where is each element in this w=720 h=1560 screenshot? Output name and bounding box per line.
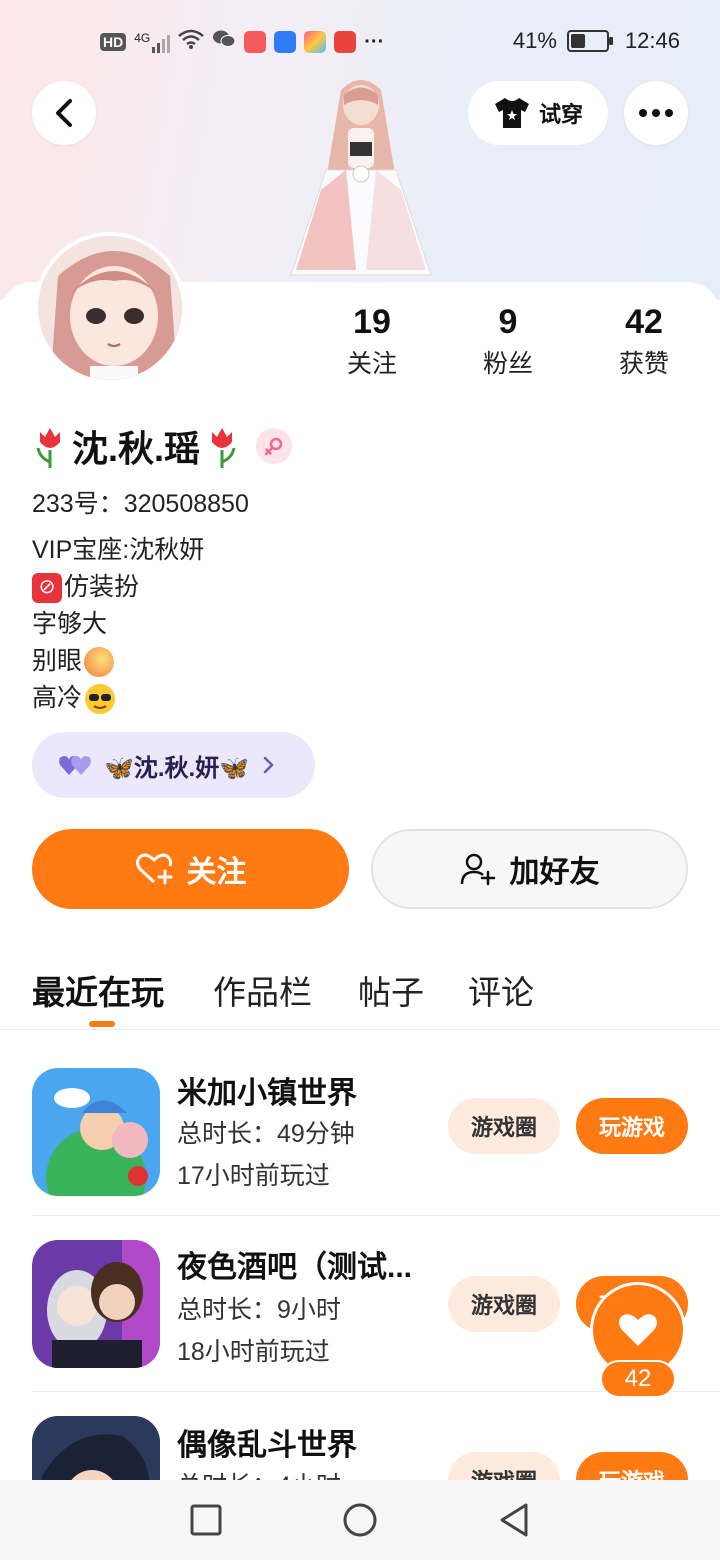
back-nav-button[interactable] (494, 1500, 534, 1540)
bio-line: 高冷 (32, 680, 204, 717)
colorful-app-icon (304, 31, 327, 53)
game-last-played: 18小时前玩过 (177, 1338, 330, 1366)
triangle-back-icon (500, 1503, 528, 1537)
sunglasses-emoji-icon (85, 683, 116, 714)
status-icons-left: HD 4G ··· (100, 28, 384, 56)
app-notification-icon (244, 31, 267, 53)
hd-indicator: HD (100, 33, 127, 51)
stat-likes[interactable]: 42 获赞 (584, 300, 704, 384)
game-title: 夜色酒吧（测试... (177, 1251, 413, 1284)
tab-recently-played[interactable]: 最近在玩 (32, 966, 164, 1014)
fans-label: 粉丝 (482, 350, 533, 378)
list-item[interactable]: 米加小镇世界 总时长：49分钟 17小时前玩过 游戏圈 玩游戏 (32, 1040, 720, 1216)
wifi-icon (178, 28, 205, 56)
more-dots-icon (639, 109, 673, 117)
play-game-button[interactable]: 玩游戏 (576, 1098, 688, 1154)
book-app-icon (334, 31, 357, 53)
game-circle-button[interactable]: 游戏圈 (448, 1276, 560, 1332)
stat-fans[interactable]: 9 粉丝 (448, 300, 568, 384)
shrimp-icon (84, 646, 115, 677)
system-navigation-bar (0, 1480, 720, 1560)
game-duration: 总时长：4小时 (177, 1466, 341, 1480)
tulip-icon (212, 428, 236, 468)
like-count-badge: 42 (600, 1360, 676, 1398)
signal-4g-label: 4G (134, 31, 151, 45)
relationship-tag[interactable]: 🦋沈.秋.妍🦋 (32, 732, 315, 798)
game-title: 米加小镇世界 (177, 1077, 357, 1110)
add-user-icon (460, 853, 495, 886)
home-button[interactable] (340, 1500, 380, 1540)
likes-label: 获赞 (618, 350, 669, 378)
follow-button[interactable]: 关注 (32, 829, 349, 909)
active-tab-indicator (89, 1021, 115, 1027)
double-heart-icon (59, 756, 91, 775)
bio-line-text: VIP宝座:沈秋妍 (32, 536, 205, 564)
square-icon (190, 1504, 222, 1536)
try-on-label: 试穿 (538, 102, 583, 127)
fans-count: 9 (498, 303, 518, 341)
bio-line-text: 字够大 (32, 610, 108, 638)
relationship-tag-label: 🦋沈.秋.妍🦋 (104, 754, 250, 782)
tab-posts[interactable]: 帖子 (358, 966, 424, 1014)
tulip-icon (36, 428, 60, 468)
following-label: 关注 (346, 350, 397, 378)
battery-percent: 41% (512, 28, 557, 53)
forbidden-icon: ⊘ (32, 572, 62, 603)
status-bar: HD 4G ··· 41% 12:46 (0, 22, 720, 66)
battery-level (570, 34, 585, 48)
chevron-right-icon (263, 756, 274, 774)
bio: VIP宝座:沈秋妍 ⊘ 仿装扮 字够大 别眼 高冷 (32, 532, 204, 717)
bio-line-text: 别眼 (32, 647, 83, 675)
game-duration: 总时长：49分钟 (177, 1120, 355, 1148)
chevron-left-icon (56, 99, 72, 127)
back-button[interactable] (32, 81, 96, 145)
tab-comments[interactable]: 评论 (468, 966, 534, 1014)
bio-line: 别眼 (32, 643, 204, 680)
game-icon (32, 1416, 160, 1480)
bio-line: 字够大 (32, 606, 204, 643)
game-duration: 总时长：9小时 (177, 1296, 341, 1324)
signal-icon: 4G (134, 31, 171, 53)
heart-plus-icon (135, 853, 172, 885)
game-icon (32, 1068, 160, 1196)
bio-line: ⊘ 仿装扮 (32, 569, 204, 606)
lightbulb-app-icon (274, 31, 297, 53)
add-friend-label: 加好友 (509, 856, 600, 889)
follow-button-label: 关注 (186, 856, 247, 889)
try-on-button[interactable]: 试穿 (468, 81, 608, 145)
recent-apps-button[interactable] (186, 1500, 226, 1540)
game-icon (32, 1240, 160, 1368)
female-gender-icon (256, 428, 293, 464)
likes-count: 42 (625, 303, 663, 341)
list-item[interactable]: 偶像乱斗世界 总时长：4小时 游戏圈 玩游戏 (32, 1392, 720, 1480)
game-circle-button[interactable]: 游戏圈 (448, 1452, 560, 1480)
profile-tabs: 最近在玩 作品栏 帖子 评论 (0, 960, 720, 1030)
stat-following[interactable]: 19 关注 (312, 300, 432, 384)
heart-icon (619, 1314, 657, 1346)
bio-line-text: 仿装扮 (64, 573, 140, 601)
more-options-button[interactable] (624, 81, 688, 145)
tab-works[interactable]: 作品栏 (213, 966, 312, 1014)
avatar[interactable] (34, 232, 186, 384)
wechat-icon (212, 28, 236, 56)
game-last-played: 17小时前玩过 (177, 1162, 330, 1190)
clock: 12:46 (624, 28, 680, 53)
bio-line-text: 高冷 (32, 684, 83, 712)
profile-name-text: 沈.秋.瑶 (72, 428, 201, 469)
bio-line: VIP宝座:沈秋妍 (32, 532, 204, 569)
game-title: 偶像乱斗世界 (177, 1429, 357, 1462)
user-id: 233号：320508850 (32, 490, 249, 518)
add-friend-button[interactable]: 加好友 (371, 829, 688, 909)
battery-icon (566, 30, 613, 52)
status-icons-right: 41% 12:46 (513, 28, 680, 54)
avatar-outfit-figure (290, 80, 432, 276)
game-circle-button[interactable]: 游戏圈 (448, 1098, 560, 1154)
play-game-button[interactable]: 玩游戏 (576, 1452, 688, 1480)
more-notifications-indicator: ··· (364, 30, 385, 53)
profile-name: 沈.秋.瑶 (32, 420, 293, 472)
tshirt-icon (494, 98, 529, 128)
following-count: 19 (353, 303, 391, 341)
circle-icon (343, 1503, 377, 1537)
